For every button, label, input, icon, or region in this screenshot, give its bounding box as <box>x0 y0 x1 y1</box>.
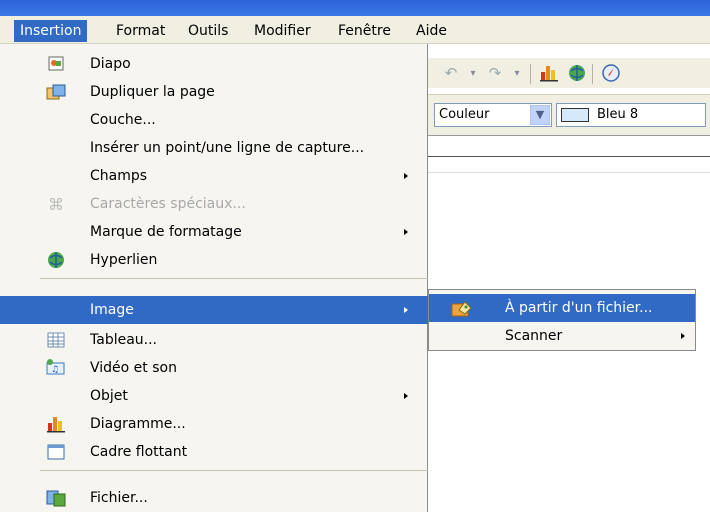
svg-text:♫: ♫ <box>51 365 59 375</box>
undo-icon[interactable]: ↶ <box>440 62 462 84</box>
menu-item-hyperlien[interactable]: Hyperlien <box>0 246 428 274</box>
submenu-arrow-icon <box>404 393 408 399</box>
submenu-item-scanner[interactable]: Scanner <box>429 322 695 350</box>
duplicate-page-icon <box>44 81 68 103</box>
submenu-item-label: Scanner <box>505 328 563 344</box>
undo-dropdown-icon[interactable]: ▾ <box>462 62 484 84</box>
screen: Insertion Format Outils Modifier Fenêtre… <box>0 0 710 512</box>
floating-frame-icon <box>44 441 68 463</box>
menu-item-label: Dupliquer la page <box>90 84 215 100</box>
menu-item-label: Vidéo et son <box>90 360 177 376</box>
menu-item-label: Objet <box>90 388 128 404</box>
slide-icon <box>44 53 68 75</box>
menu-item-video-son[interactable]: ♫ Vidéo et son <box>0 354 428 382</box>
chart-icon[interactable] <box>538 62 560 84</box>
menu-item-label: Fichier... <box>90 490 148 506</box>
menu-item-label: Image <box>90 302 134 318</box>
menu-modifier[interactable]: Modifier <box>248 20 317 42</box>
toolbar-separator <box>592 64 593 84</box>
menu-item-label: Couche... <box>90 112 156 128</box>
menu-item-label: Insérer un point/une ligne de capture... <box>90 140 365 156</box>
menu-item-label: Champs <box>90 168 148 184</box>
insert-menu: Diapo Dupliquer la page Couche... Insére… <box>0 44 428 512</box>
title-bar <box>0 0 710 16</box>
menu-fenetre[interactable]: Fenêtre <box>332 20 397 42</box>
ruler-line <box>428 156 710 157</box>
menu-item-label: Marque de formatage <box>90 224 242 240</box>
area-style-value: Couleur <box>439 107 490 122</box>
menu-item-diagramme[interactable]: Diagramme... <box>0 410 428 438</box>
menu-format[interactable]: Format <box>110 20 171 42</box>
area-style-combo[interactable]: Couleur ▼ <box>434 103 552 127</box>
menu-item-dupliquer-page[interactable]: Dupliquer la page <box>0 78 428 106</box>
menu-item-champs[interactable]: Champs <box>0 162 428 190</box>
submenu-arrow-icon <box>681 333 685 339</box>
redo-dropdown-icon[interactable]: ▾ <box>506 62 528 84</box>
menu-item-objet[interactable]: Objet <box>0 382 428 410</box>
color-swatch <box>561 108 589 122</box>
file-icon <box>44 487 68 509</box>
chevron-down-icon[interactable]: ▼ <box>530 105 550 125</box>
redo-icon[interactable]: ↷ <box>484 62 506 84</box>
menu-item-label: Caractères spéciaux... <box>90 196 246 212</box>
menu-item-marque-formatage[interactable]: Marque de formatage <box>0 218 428 246</box>
submenu-item-label: À partir d'un fichier... <box>505 300 653 316</box>
fill-color-combo[interactable]: Bleu 8 <box>556 103 706 127</box>
menu-item-label: Hyperlien <box>90 252 158 268</box>
menu-item-fichier[interactable]: Fichier... <box>0 484 428 512</box>
table-icon <box>44 329 68 351</box>
menu-item-image[interactable]: Image <box>0 296 428 324</box>
image-submenu: À partir d'un fichier... Scanner <box>428 289 696 351</box>
submenu-arrow-icon <box>404 173 408 179</box>
navigator-icon[interactable] <box>600 62 622 84</box>
menu-item-couche[interactable]: Couche... <box>0 106 428 134</box>
menu-bar: Insertion Format Outils Modifier Fenêtre… <box>0 16 710 44</box>
menu-insertion[interactable]: Insertion <box>14 20 88 42</box>
submenu-item-from-file[interactable]: À partir d'un fichier... <box>429 294 695 322</box>
menu-item-tableau[interactable]: Tableau... <box>0 326 428 354</box>
fill-color-value: Bleu 8 <box>597 107 639 122</box>
menu-item-label: Diagramme... <box>90 416 186 432</box>
menu-aide[interactable]: Aide <box>410 20 453 42</box>
menu-item-diapo[interactable]: Diapo <box>0 50 428 78</box>
special-characters-icon: ⌘ <box>48 194 64 214</box>
menu-item-caracteres-speciaux[interactable]: ⌘ Caractères spéciaux... <box>0 190 428 218</box>
menu-item-cadre-flottant[interactable]: Cadre flottant <box>0 438 428 466</box>
menu-item-label: Cadre flottant <box>90 444 188 460</box>
menu-item-label: Diapo <box>90 56 131 72</box>
menu-separator <box>40 278 428 279</box>
hyperlink-toolbar-icon[interactable] <box>566 62 588 84</box>
hyperlink-icon <box>44 249 68 271</box>
submenu-arrow-icon <box>404 229 408 235</box>
menu-item-point-ligne-capture[interactable]: Insérer un point/une ligne de capture... <box>0 134 428 162</box>
menu-outils[interactable]: Outils <box>182 20 234 42</box>
menu-item-label: Tableau... <box>90 332 158 348</box>
image-from-file-icon <box>449 297 475 319</box>
menu-separator <box>40 470 428 471</box>
chart-icon <box>44 413 68 435</box>
toolbar-separator <box>530 64 531 84</box>
video-sound-icon: ♫ <box>44 357 68 379</box>
ruler-line <box>428 172 710 173</box>
submenu-arrow-icon <box>404 307 408 313</box>
